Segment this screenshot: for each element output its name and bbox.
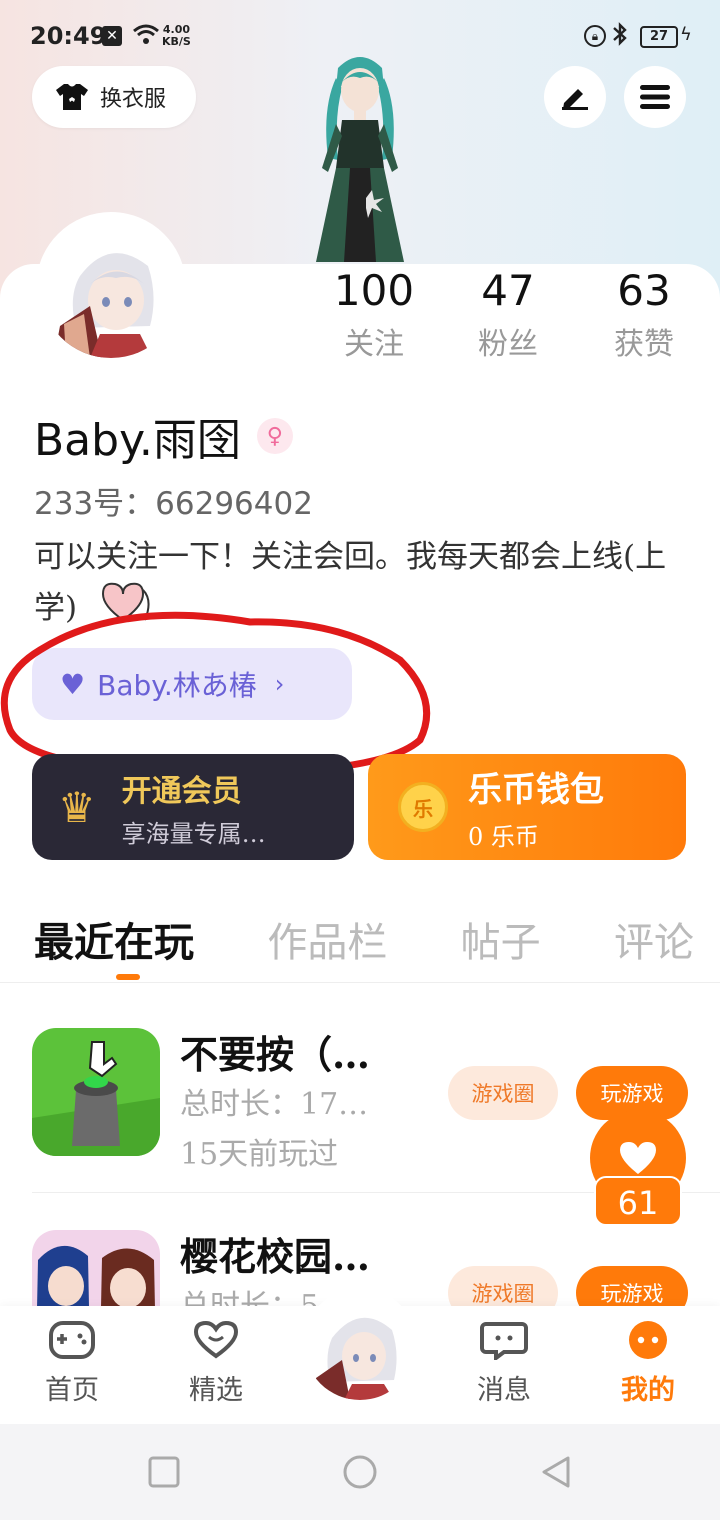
hamburger-menu-icon [640, 85, 670, 109]
game-last-played: 15天前玩过 [180, 1137, 339, 1172]
tab-posts[interactable]: 帖子 [461, 910, 541, 970]
wallet-card[interactable]: 乐 乐币钱包 0 乐币 [368, 754, 686, 860]
nav-messages-label: 消息 [477, 1375, 531, 1406]
user-id[interactable]: 233号：66296402 [34, 478, 313, 523]
heart-chat-icon [193, 1320, 239, 1359]
couple-name: Baby.林あ椿 [97, 669, 257, 702]
home-circle-icon[interactable] [342, 1454, 378, 1490]
crown-icon: ♛ [58, 782, 96, 832]
wifi-icon [132, 24, 160, 52]
tab-comments[interactable]: 评论 [614, 910, 694, 970]
game-icon [32, 1028, 160, 1156]
heart-emoji-icon [93, 580, 153, 639]
network-speed: 4.00 KB/S [162, 24, 191, 48]
chevron-right-icon: › [274, 670, 285, 698]
avatar-image [304, 1288, 416, 1400]
system-navigation-bar [0, 1424, 720, 1520]
user-bio: 可以关注一下！关注会回。我每天都会上线(上学) [34, 534, 694, 639]
edit-profile-button[interactable] [544, 66, 606, 128]
avatar-character-figure[interactable] [280, 48, 440, 266]
notification-icon: ✕ [102, 26, 122, 46]
following-label: 关注 [344, 327, 404, 362]
bluetooth-icon [612, 22, 628, 52]
username: Baby.雨囹 [34, 415, 241, 466]
heart-icon [620, 1142, 656, 1174]
shirt-icon [56, 84, 88, 110]
tab-works[interactable]: 作品栏 [267, 910, 387, 970]
game-circle-button[interactable]: 游戏圈 [448, 1266, 558, 1308]
likes-stat[interactable]: 63 获赞 [584, 266, 704, 363]
network-speed-unit: KB/S [162, 35, 191, 48]
play-game-button[interactable]: 玩游戏 [576, 1266, 688, 1308]
content-tabs: 最近在玩 作品栏 帖子 评论 [34, 910, 694, 970]
followers-stat[interactable]: 47 粉丝 [448, 266, 568, 363]
profile-avatar[interactable] [36, 212, 186, 362]
menu-button[interactable] [624, 66, 686, 128]
vip-title: 开通会员 [121, 773, 242, 809]
wallet-title: 乐币钱包 [468, 770, 604, 810]
tab-recently-played[interactable]: 最近在玩 [34, 910, 194, 970]
rotation-lock-icon: 🔒︎ [584, 25, 606, 47]
purple-heart-icon: ♥ [60, 667, 86, 701]
nav-mine[interactable]: 我的 [598, 1320, 698, 1407]
vip-membership-card[interactable]: ♛ 开通会员 享海量专属… [32, 754, 354, 860]
game-meta: 总时长：17… 15天前玩过 [180, 1080, 368, 1180]
charging-icon: ϟ [680, 24, 692, 45]
nav-featured[interactable]: 精选 [166, 1320, 266, 1407]
battery-icon: 27 [640, 26, 678, 48]
recent-apps-icon[interactable] [146, 1454, 182, 1490]
profile-dots-icon [629, 1321, 667, 1359]
back-triangle-icon[interactable] [538, 1454, 574, 1490]
game-name: 樱花校园… [180, 1234, 371, 1279]
change-clothes-label: 换衣服 [100, 87, 167, 112]
game-icon [32, 1230, 160, 1308]
following-stat[interactable]: 100 关注 [314, 266, 434, 363]
nav-messages[interactable]: 消息 [454, 1320, 554, 1407]
followers-count: 47 [481, 266, 535, 315]
gamepad-icon [49, 1321, 95, 1359]
vip-subtitle: 享海量专属… [121, 819, 266, 848]
nav-mine-label: 我的 [621, 1375, 675, 1406]
couple-link-chip[interactable]: ♥ Baby.林あ椿 › [32, 648, 352, 720]
change-clothes-button[interactable]: 换衣服 [32, 66, 196, 128]
likes-label: 获赞 [614, 327, 674, 362]
nav-home[interactable]: 首页 [22, 1320, 122, 1407]
followers-label: 粉丝 [478, 327, 538, 362]
message-icon [480, 1322, 528, 1362]
active-tab-indicator [116, 974, 140, 980]
game-circle-button[interactable]: 游戏圈 [448, 1066, 558, 1120]
status-time: 20:49 [30, 22, 107, 50]
female-gender-icon: ♀ [256, 418, 293, 454]
following-count: 100 [333, 266, 415, 315]
game-name: 不要按（… [180, 1032, 371, 1077]
game-duration: 总时长：17… [180, 1087, 369, 1122]
nav-featured-label: 精选 [189, 1375, 243, 1406]
avatar-image [40, 216, 182, 358]
pen-icon [562, 89, 588, 110]
nav-center-avatar[interactable] [304, 1288, 416, 1400]
wallet-balance: 0 乐币 [468, 823, 539, 851]
tab-divider [0, 982, 720, 983]
nav-home-label: 首页 [45, 1375, 99, 1406]
coin-icon: 乐 [398, 782, 448, 832]
likes-count: 63 [617, 266, 671, 315]
floating-like-count: 61 [594, 1176, 682, 1226]
username-row: Baby.雨囹 ♀ [34, 404, 293, 468]
